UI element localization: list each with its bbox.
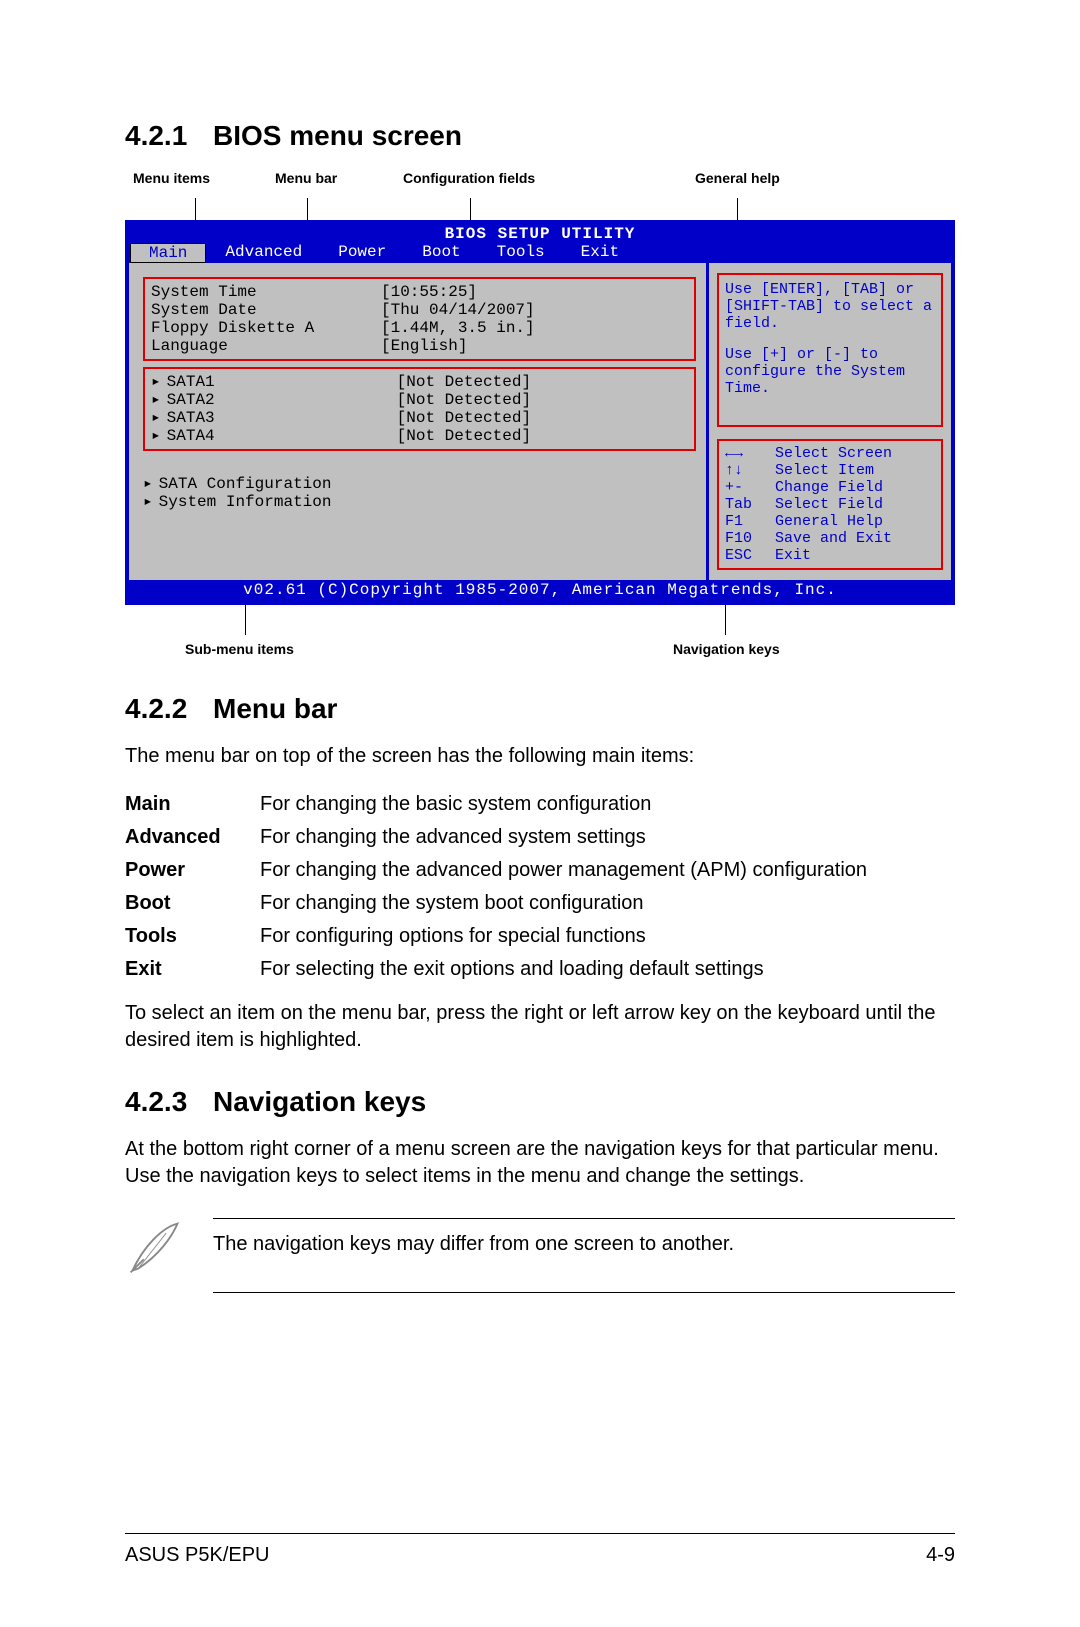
menu-item[interactable]: Floppy Diskette A[1.44M, 3.5 in.]	[151, 319, 688, 337]
heading-421: 4.2.1BIOS menu screen	[125, 120, 955, 152]
nav-key-row: ←→Select Screen	[725, 445, 935, 462]
heading-423: 4.2.3Navigation keys	[125, 1086, 955, 1118]
menu-bar-table: MainFor changing the basic system config…	[125, 788, 955, 986]
nav-key-row: ↑↓Select Item	[725, 462, 935, 479]
bios-group-sata: SATA1[Not Detected] SATA2[Not Detected] …	[143, 367, 696, 451]
callout-menu-items: Menu items	[133, 170, 210, 186]
bios-left-pane: System Time[10:55:25] System Date[Thu 04…	[129, 263, 706, 580]
bios-screenshot: BIOS SETUP UTILITY Main Advanced Power B…	[125, 220, 955, 605]
bios-tab-advanced[interactable]: Advanced	[207, 243, 320, 263]
submenu-item[interactable]: SATA Configuration	[143, 475, 696, 493]
table-row: ToolsFor configuring options for special…	[125, 920, 955, 953]
table-row: BootFor changing the system boot configu…	[125, 887, 955, 920]
page-footer: ASUS P5K/EPU 4-9	[125, 1533, 955, 1567]
bios-nav-keys: ←→Select Screen ↑↓Select Item +-Change F…	[717, 439, 943, 570]
nav-key-row: +-Change Field	[725, 479, 935, 496]
submenu-item[interactable]: SATA2[Not Detected]	[151, 391, 688, 409]
callout-general-help: General help	[695, 170, 780, 186]
footer-product: ASUS P5K/EPU	[125, 1544, 270, 1567]
note-text: The navigation keys may differ from one …	[213, 1218, 955, 1293]
menu-item[interactable]: System Time[10:55:25]	[151, 283, 688, 301]
nav-keys-body: At the bottom right corner of a menu scr…	[125, 1136, 955, 1190]
nav-key-row: F10Save and Exit	[725, 530, 935, 547]
callout-config-fields: Configuration fields	[403, 170, 535, 186]
menu-item[interactable]: System Date[Thu 04/14/2007]	[151, 301, 688, 319]
callout-menu-bar: Menu bar	[275, 170, 337, 186]
heading-422: 4.2.2Menu bar	[125, 693, 955, 725]
callout-labels-top: Menu items Menu bar Configuration fields…	[125, 170, 955, 198]
callout-lines-top	[125, 198, 955, 220]
nav-key-row: F1General Help	[725, 513, 935, 530]
bios-group-submenus: SATA Configuration System Information	[143, 475, 696, 511]
bios-right-pane: Use [ENTER], [TAB] or [SHIFT-TAB] to sel…	[706, 263, 951, 580]
nav-key-row: TabSelect Field	[725, 496, 935, 513]
bios-tab-tools[interactable]: Tools	[479, 243, 563, 263]
bios-tab-main[interactable]: Main	[130, 243, 206, 263]
menu-bar-intro: The menu bar on top of the screen has th…	[125, 743, 955, 770]
bios-title: BIOS SETUP UTILITY	[129, 224, 951, 243]
table-row: MainFor changing the basic system config…	[125, 788, 955, 821]
submenu-item[interactable]: SATA3[Not Detected]	[151, 409, 688, 427]
submenu-item[interactable]: SATA1[Not Detected]	[151, 373, 688, 391]
callout-lines-bottom	[125, 605, 955, 635]
footer-page-number: 4-9	[926, 1544, 955, 1567]
bios-tab-bar: Main Advanced Power Boot Tools Exit	[129, 243, 951, 263]
table-row: AdvancedFor changing the advanced system…	[125, 821, 955, 854]
bios-help-text: Use [ENTER], [TAB] or [SHIFT-TAB] to sel…	[717, 273, 943, 427]
callout-submenu-items: Sub-menu items	[185, 641, 294, 657]
submenu-item[interactable]: System Information	[143, 493, 696, 511]
bios-group-basic: System Time[10:55:25] System Date[Thu 04…	[143, 277, 696, 361]
menu-bar-outro: To select an item on the menu bar, press…	[125, 1000, 955, 1054]
table-row: ExitFor selecting the exit options and l…	[125, 953, 955, 986]
bios-footer: v02.61 (C)Copyright 1985-2007, American …	[129, 580, 951, 601]
table-row: PowerFor changing the advanced power man…	[125, 854, 955, 887]
bios-tab-power[interactable]: Power	[320, 243, 404, 263]
menu-item[interactable]: Language[English]	[151, 337, 688, 355]
note-block: The navigation keys may differ from one …	[125, 1218, 955, 1293]
callout-navigation-keys: Navigation keys	[673, 641, 780, 657]
submenu-item[interactable]: SATA4[Not Detected]	[151, 427, 688, 445]
quill-icon	[125, 1218, 185, 1278]
bios-tab-exit[interactable]: Exit	[563, 243, 637, 263]
nav-key-row: ESCExit	[725, 547, 935, 564]
callout-labels-bottom: Sub-menu items Navigation keys	[125, 641, 955, 661]
bios-tab-boot[interactable]: Boot	[404, 243, 478, 263]
